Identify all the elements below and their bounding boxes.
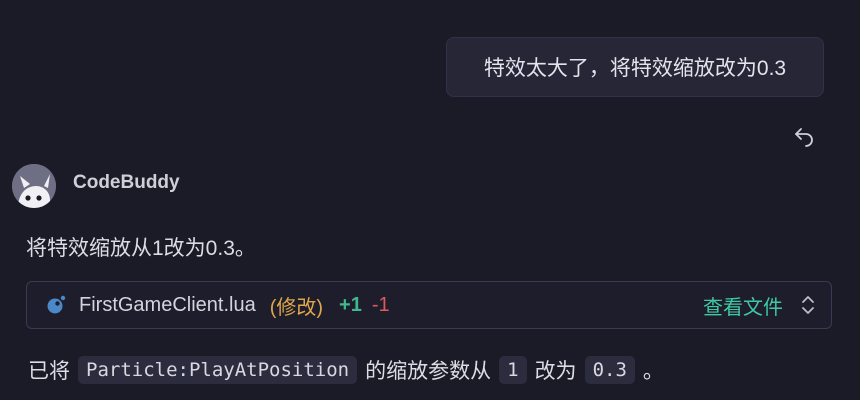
file-name[interactable]: FirstGameClient.lua [79, 294, 256, 317]
user-message-bubble: 特效太大了，将特效缩放改为0.3 [446, 37, 824, 97]
summary-prefix: 已将 [28, 360, 70, 383]
assistant-reply: 将特效缩放从1改为0.3。 [26, 237, 256, 260]
file-status: (修改) [269, 296, 324, 319]
undo-icon[interactable] [792, 123, 816, 147]
chat-panel: 特效太大了，将特效缩放改为0.3 CodeBuddy 将特效缩放从1改为0.3。… [0, 0, 860, 400]
view-file-button[interactable]: 查看文件 [703, 291, 783, 320]
robot-avatar-icon [12, 164, 56, 208]
change-summary: 已将 Particle:PlayAtPosition 的缩放参数从 1 改为 0… [26, 353, 666, 387]
summary-suffix: 。 [642, 360, 664, 383]
code-old-value: 1 [499, 356, 527, 384]
user-message-text: 特效太大了，将特效缩放改为0.3 [483, 57, 787, 80]
assistant-avatar [12, 164, 56, 208]
deletions-count: -1 [371, 293, 390, 316]
lua-file-icon [47, 295, 66, 314]
code-function-name: Particle:PlayAtPosition [78, 356, 358, 384]
summary-middle: 的缩放参数从 [365, 360, 492, 383]
assistant-name: CodeBuddy [73, 172, 180, 193]
summary-connector: 改为 [534, 360, 577, 383]
additions-count: +1 [339, 293, 362, 316]
file-change-card[interactable]: FirstGameClient.lua (修改) +1 -1 查看文件 [26, 281, 832, 329]
chevron-up-down-icon[interactable] [799, 294, 817, 316]
code-new-value: 0.3 [584, 356, 635, 384]
